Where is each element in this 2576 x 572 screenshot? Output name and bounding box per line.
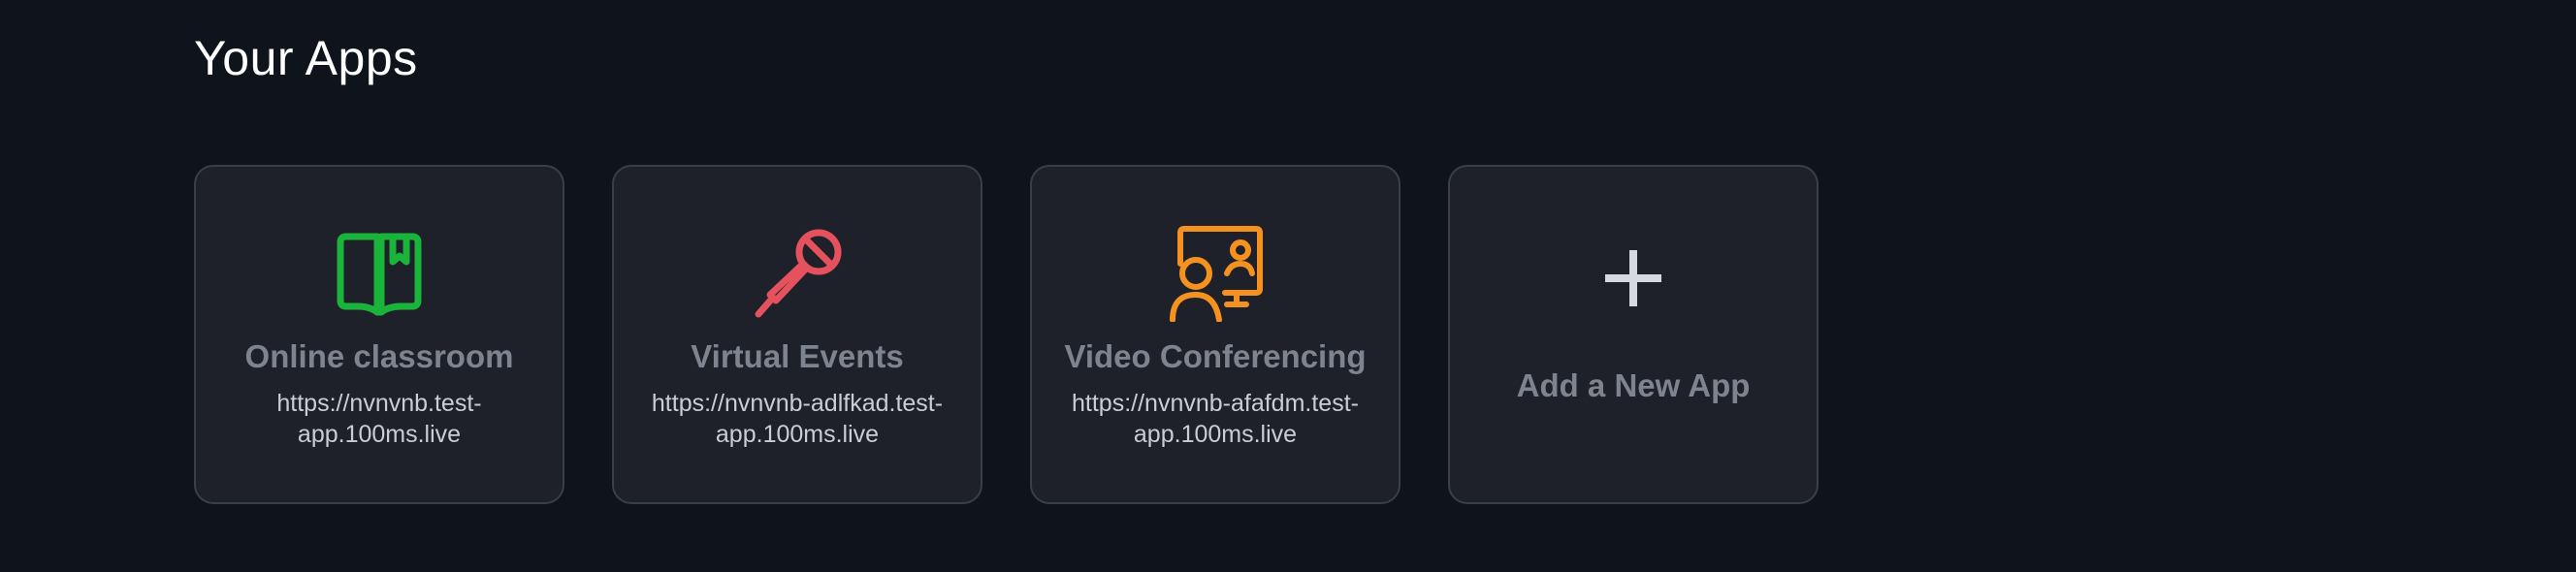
app-card-virtual-events[interactable]: Virtual Events https://nvnvnb-adlfkad.te…: [612, 165, 982, 504]
app-card-online-classroom[interactable]: Online classroom https://nvnvnb.test- ap…: [194, 165, 564, 504]
app-url[interactable]: https://nvnvnb-adlfkad.test- app.100ms.l…: [652, 388, 943, 450]
app-url[interactable]: https://nvnvnb.test- app.100ms.live: [276, 388, 481, 450]
app-title: Online classroom: [244, 338, 514, 374]
app-url-line-1: https://nvnvnb-adlfkad.test-: [651, 390, 944, 417]
app-card-video-conferencing[interactable]: Video Conferencing https://nvnvnb-afafdm…: [1030, 165, 1401, 504]
app-url-line-2: app.100ms.live: [1133, 421, 1298, 448]
app-url[interactable]: https://nvnvnb-afafdm.test- app.100ms.li…: [1072, 388, 1359, 450]
app-title: Virtual Events: [691, 338, 904, 374]
plus-icon: [1599, 244, 1667, 312]
add-new-app-button[interactable]: Add a New App: [1448, 165, 1819, 504]
presenter-icon: [1167, 225, 1264, 322]
add-new-app-label: Add a New App: [1516, 367, 1751, 403]
microphone-icon: [749, 225, 846, 322]
app-url-line-2: app.100ms.live: [297, 421, 462, 448]
app-cards: Online classroom https://nvnvnb.test- ap…: [194, 165, 1819, 504]
app-url-line-1: https://nvnvnb.test-: [276, 390, 482, 417]
book-icon: [331, 225, 428, 322]
app-url-line-1: https://nvnvnb-afafdm.test-: [1072, 390, 1359, 417]
page-title: Your Apps: [194, 31, 418, 85]
app-url-line-2: app.100ms.live: [715, 421, 880, 448]
app-title: Video Conferencing: [1064, 338, 1367, 374]
